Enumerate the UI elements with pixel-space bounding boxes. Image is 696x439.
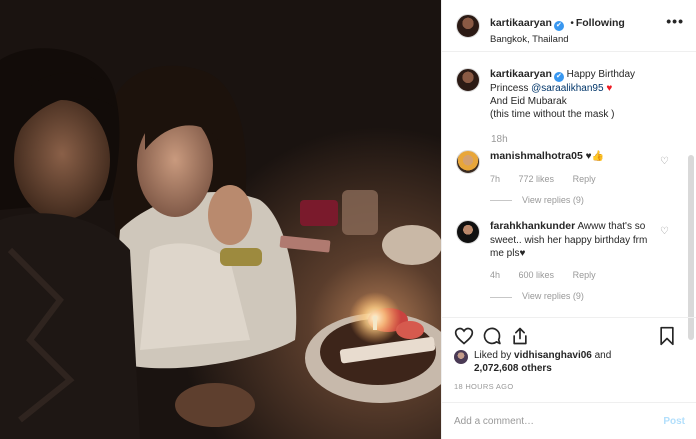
- liked-by-summary: Liked by vidhisanghavi06 and 2,072,608 o…: [454, 349, 611, 375]
- reply-button[interactable]: Reply: [573, 174, 596, 184]
- replies-divider: [490, 200, 512, 202]
- commenter-username[interactable]: manishmalhotra05: [490, 150, 583, 162]
- caption-line-3: (this time without the mask ): [490, 109, 615, 121]
- comment-likes[interactable]: 772 likes: [519, 174, 555, 184]
- liked-by-and: and: [594, 350, 612, 361]
- comments-section: kartikaaryan ✔ Happy Birthday Princess @s…: [442, 60, 696, 316]
- view-replies-label: View replies (9): [522, 194, 584, 205]
- comment-item: farahkhankunder Awww that's so sweet.. w…: [456, 220, 650, 303]
- commenter-avatar[interactable]: [456, 220, 480, 244]
- post-photo[interactable]: [0, 0, 441, 439]
- replies-divider: [490, 296, 512, 298]
- likes-count[interactable]: 2,072,608 others: [474, 363, 552, 374]
- comments-scrollbar[interactable]: [688, 155, 694, 340]
- view-replies-link[interactable]: View replies (9): [490, 291, 650, 303]
- reply-button[interactable]: Reply: [573, 270, 596, 280]
- caption-line-2: And Eid Mubarak: [490, 96, 567, 108]
- comment-bubble-icon[interactable]: [482, 326, 502, 346]
- commenter-avatar[interactable]: [456, 150, 480, 174]
- caption-mention-link[interactable]: @saraalikhan95: [531, 83, 603, 94]
- verified-badge-icon: ✔: [553, 21, 564, 31]
- share-icon[interactable]: [510, 326, 530, 346]
- author-username[interactable]: kartikaaryan: [490, 17, 552, 29]
- comment-like-heart-icon[interactable]: ♡: [660, 226, 669, 237]
- verified-badge-icon: ✔: [553, 72, 564, 82]
- caption-author-avatar[interactable]: [456, 68, 480, 92]
- add-comment-bar: Post: [442, 402, 696, 439]
- post-photo-scene: [0, 0, 441, 439]
- separator-dot: •: [570, 18, 574, 29]
- comment-likes[interactable]: 600 likes: [519, 270, 555, 280]
- add-comment-input[interactable]: [454, 415, 664, 427]
- bookmark-icon[interactable]: [658, 326, 676, 346]
- comment-like-heart-icon[interactable]: ♡: [660, 156, 669, 167]
- following-button[interactable]: Following: [576, 17, 625, 29]
- liker-avatar[interactable]: [454, 350, 468, 364]
- commenter-username[interactable]: farahkhankunder: [490, 220, 575, 232]
- comment-item: manishmalhotra05 ♥👍 7h 772 likes Reply V…: [456, 150, 650, 207]
- like-heart-icon[interactable]: [454, 326, 474, 346]
- liked-by-prefix: Liked by: [474, 350, 512, 361]
- post-timestamp[interactable]: 18 HOURS AGO: [454, 382, 513, 391]
- comment-text: ♥👍: [585, 151, 604, 162]
- author-avatar[interactable]: [456, 14, 480, 38]
- more-options-icon[interactable]: •••: [666, 14, 684, 28]
- caption-username[interactable]: kartikaaryan: [490, 68, 552, 80]
- post-location[interactable]: Bangkok, Thailand: [490, 34, 625, 46]
- caption-time[interactable]: 18h: [491, 134, 508, 145]
- liker-username[interactable]: vidhisanghavi06: [514, 350, 592, 361]
- post-header: kartikaaryan ✔ • Following Bangkok, Thaila…: [442, 0, 696, 52]
- comment-time[interactable]: 4h: [490, 270, 500, 280]
- view-replies-label: View replies (9): [522, 291, 584, 302]
- view-replies-link[interactable]: View replies (9): [490, 195, 650, 207]
- post-side-panel: kartikaaryan ✔ • Following Bangkok, Thaila…: [441, 0, 696, 439]
- post-actions-bar: [442, 317, 696, 353]
- heart-emoji: ♥: [606, 83, 613, 94]
- caption: kartikaaryan ✔ Happy Birthday Princess @s…: [456, 68, 660, 122]
- comment-time[interactable]: 7h: [490, 174, 500, 184]
- post-comment-button[interactable]: Post: [663, 416, 685, 427]
